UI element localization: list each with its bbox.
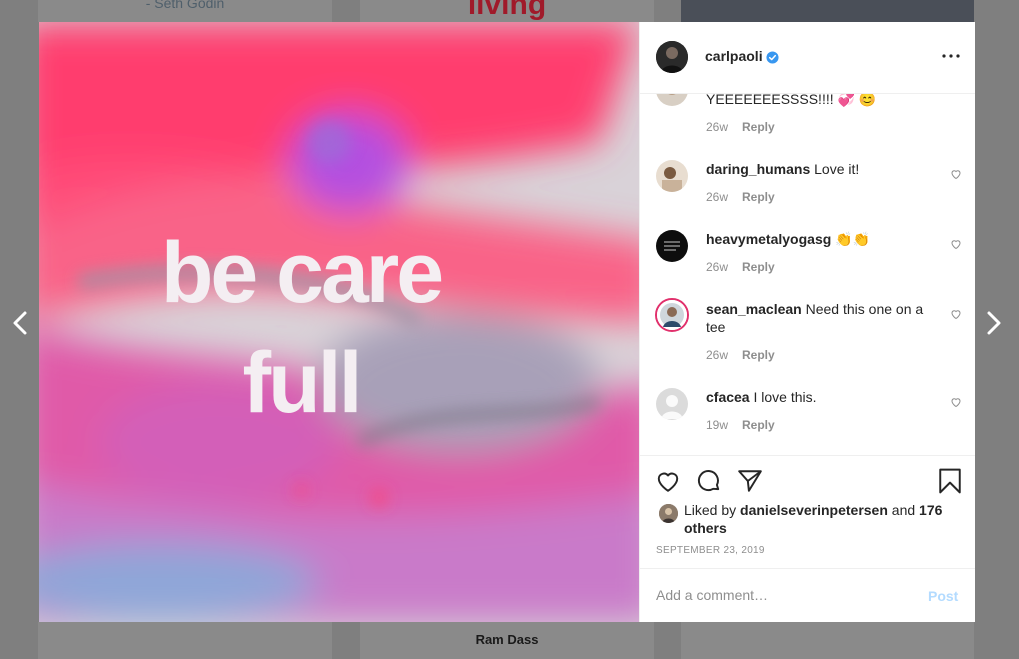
quote-text: be care bbox=[160, 225, 444, 321]
avatar-image bbox=[657, 300, 687, 330]
add-comment-input[interactable] bbox=[656, 587, 906, 603]
avatar-image bbox=[659, 504, 678, 523]
comment-body: Love it! bbox=[814, 161, 860, 177]
previous-post-button[interactable] bbox=[6, 306, 36, 340]
heart-icon[interactable] bbox=[950, 168, 962, 180]
post-actions: Liked by danielseverinpetersen and 176 o… bbox=[640, 455, 975, 623]
tile-caption: Ram Dass bbox=[475, 632, 539, 647]
post-image: be care full bbox=[39, 22, 639, 622]
paper-plane-icon[interactable] bbox=[737, 468, 763, 494]
bookmark-icon[interactable] bbox=[937, 468, 963, 494]
post-details-panel: carlpaoli YEEEEEEESSSS!!!! 💞 😊 26w Reply… bbox=[639, 22, 975, 622]
comment-text: daring_humans Love it! bbox=[706, 160, 931, 178]
owner-avatar[interactable] bbox=[656, 41, 688, 73]
owner-username[interactable]: carlpaoli bbox=[705, 48, 763, 64]
liked-by-prefix: Liked by bbox=[684, 502, 737, 518]
comment-text: heavymetalyogasg 👏👏 bbox=[706, 230, 931, 248]
comment-bubble-icon[interactable] bbox=[696, 468, 722, 494]
comment-body: I love this. bbox=[753, 389, 817, 405]
next-post-button[interactable] bbox=[980, 306, 1010, 340]
background-tile: Ram Dass bbox=[360, 622, 654, 659]
avatar-image bbox=[656, 94, 688, 106]
avatar-image bbox=[656, 388, 688, 420]
add-comment-row: Post bbox=[640, 568, 975, 624]
avatar-image bbox=[656, 230, 688, 262]
avatar-image bbox=[656, 41, 688, 73]
comment-username[interactable]: sean_maclean bbox=[706, 301, 802, 317]
post-comment-button[interactable]: Post bbox=[928, 588, 958, 604]
comment-body: 👏👏 bbox=[835, 231, 871, 247]
comment-text: sean_maclean Need this one on a tee bbox=[706, 300, 931, 336]
background-tile: living bbox=[360, 0, 654, 22]
reply-button[interactable]: Reply bbox=[742, 418, 775, 432]
background-tile: - Seth Godin bbox=[38, 0, 332, 22]
heart-icon[interactable] bbox=[950, 238, 962, 250]
commenter-avatar[interactable] bbox=[655, 298, 689, 332]
commenter-avatar[interactable] bbox=[656, 94, 688, 106]
comment-meta: 26w Reply bbox=[706, 120, 775, 134]
comment-meta: 26w Reply bbox=[706, 348, 775, 362]
commenter-avatar[interactable] bbox=[656, 230, 688, 262]
comment-age: 26w bbox=[706, 190, 729, 204]
comment-age: 26w bbox=[706, 120, 729, 134]
comment-text: YEEEEEEESSSS!!!! 💞 😊 bbox=[706, 94, 931, 108]
liked-by-and: and bbox=[891, 502, 916, 518]
comment-age: 26w bbox=[706, 260, 729, 274]
verified-badge-icon bbox=[766, 51, 779, 64]
comments-list[interactable]: YEEEEEEESSSS!!!! 💞 😊 26w Reply daring_hum… bbox=[640, 94, 975, 454]
reply-button[interactable]: Reply bbox=[742, 348, 775, 362]
post-header: carlpaoli bbox=[640, 22, 975, 94]
background-tile bbox=[681, 622, 974, 659]
comment-meta: 26w Reply bbox=[706, 260, 775, 274]
commenter-avatar[interactable] bbox=[656, 388, 688, 420]
comment-body: YEEEEEEESSSS!!!! 💞 😊 bbox=[706, 94, 877, 107]
comment-age: 26w bbox=[706, 348, 729, 362]
heart-icon[interactable] bbox=[950, 308, 962, 320]
liked-by-text: Liked by danielseverinpetersen and 176 o… bbox=[684, 501, 944, 537]
post-artwork bbox=[39, 22, 639, 622]
reply-button[interactable]: Reply bbox=[742, 260, 775, 274]
more-horizontal-icon[interactable] bbox=[940, 48, 962, 64]
tile-caption: - Seth Godin bbox=[145, 0, 225, 11]
heart-icon[interactable] bbox=[655, 468, 681, 494]
background-tile bbox=[38, 622, 332, 659]
chevron-left-icon bbox=[13, 311, 27, 335]
comment-meta: 26w Reply bbox=[706, 190, 775, 204]
commenter-avatar[interactable] bbox=[656, 160, 688, 192]
post-date[interactable]: SEPTEMBER 23, 2019 bbox=[656, 545, 765, 556]
comment-username[interactable]: heavymetalyogasg bbox=[706, 231, 831, 247]
comment-username[interactable]: daring_humans bbox=[706, 161, 810, 177]
avatar-image bbox=[656, 160, 688, 192]
comment-username[interactable]: cfacea bbox=[706, 389, 750, 405]
reply-button[interactable]: Reply bbox=[742, 190, 775, 204]
comment-age: 19w bbox=[706, 418, 729, 432]
comment-text: cfacea I love this. bbox=[706, 388, 931, 406]
quote-text: full bbox=[242, 335, 363, 431]
comment-meta: 19w Reply bbox=[706, 418, 775, 432]
liker-avatar[interactable] bbox=[659, 504, 678, 523]
chevron-right-icon bbox=[987, 311, 1001, 335]
liked-by-user[interactable]: danielseverinpetersen bbox=[740, 502, 888, 518]
heart-icon[interactable] bbox=[950, 396, 962, 408]
background-tile bbox=[681, 0, 974, 22]
reply-button[interactable]: Reply bbox=[742, 120, 775, 134]
tile-caption: living bbox=[467, 0, 547, 21]
